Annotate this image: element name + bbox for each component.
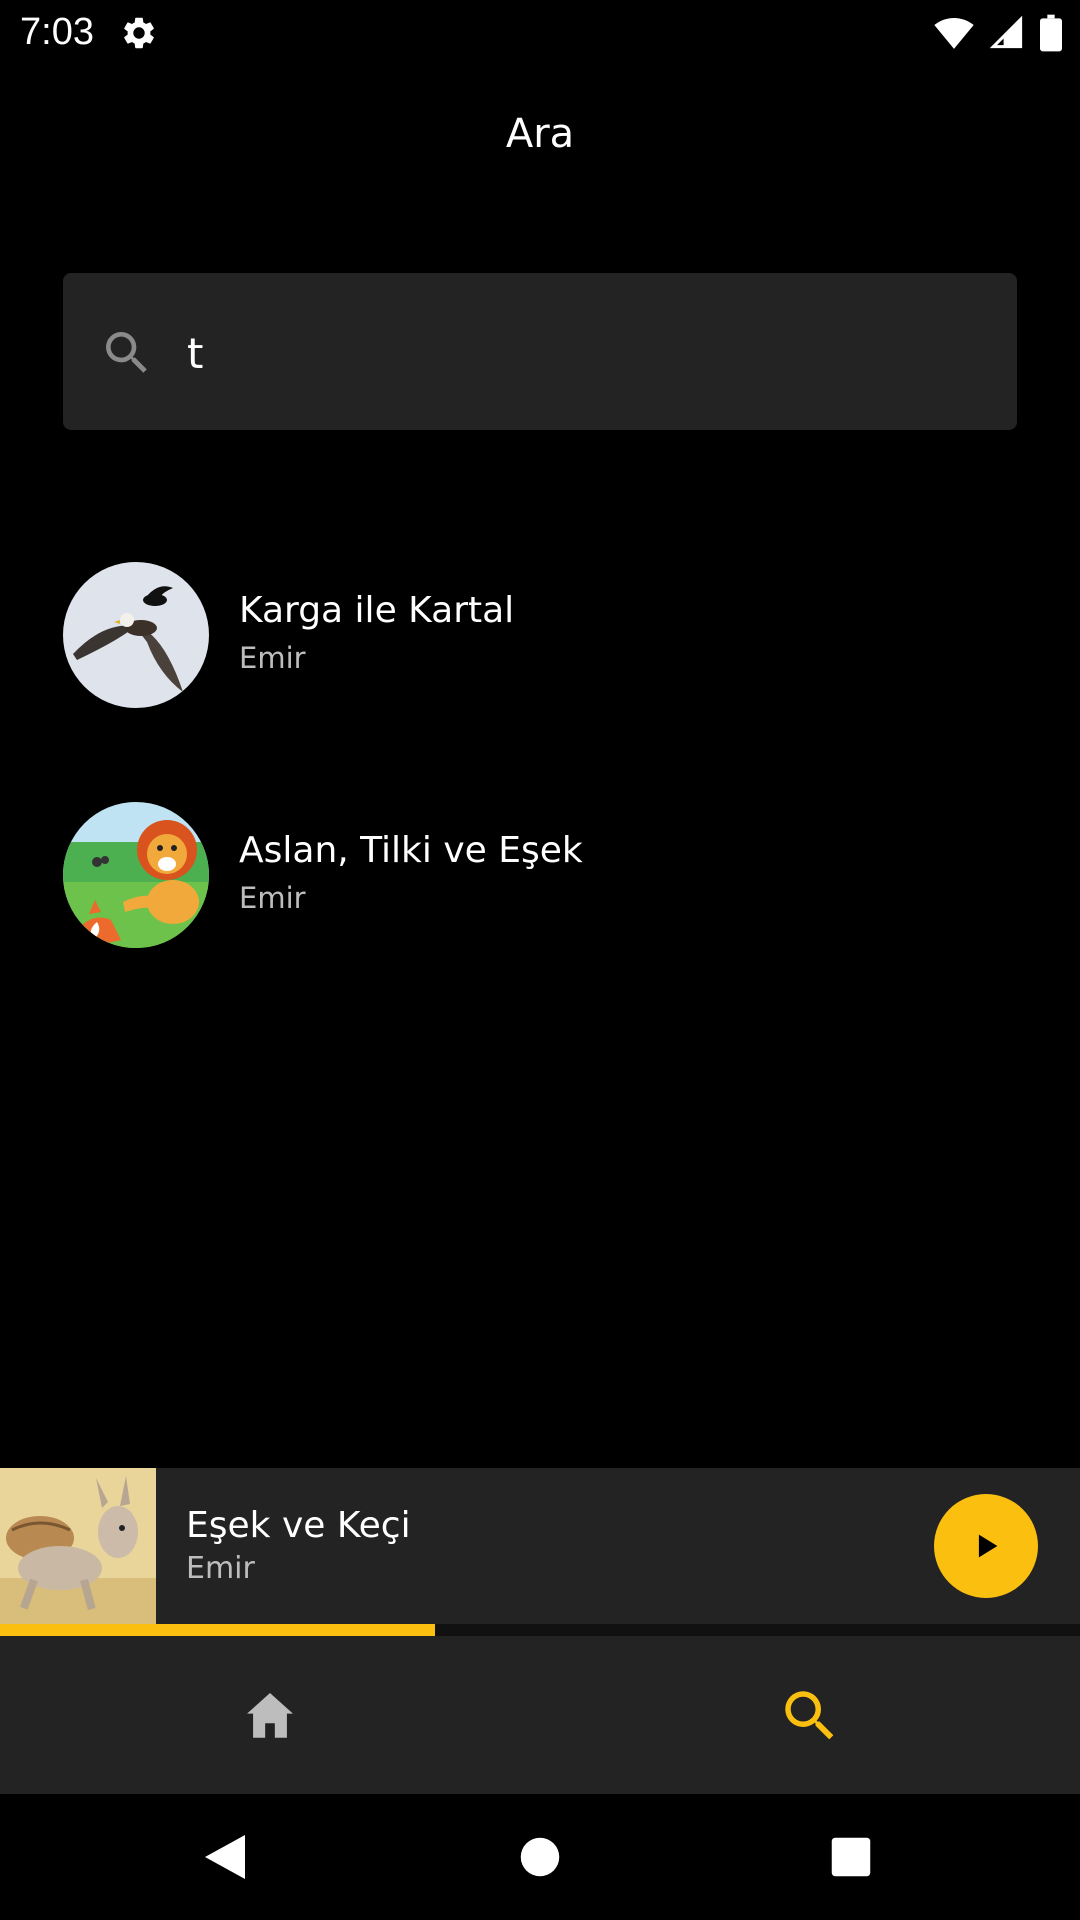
wifi-icon	[934, 18, 974, 49]
result-title: Aslan, Tilki ve Eşek	[239, 830, 583, 871]
search-icon	[106, 332, 147, 373]
home-button[interactable]	[507, 1824, 573, 1890]
donkey-thumbnail	[0, 1468, 156, 1624]
play-button[interactable]	[934, 1494, 1038, 1598]
page-title: Ara	[505, 111, 575, 157]
mini-player[interactable]: Eşek ve Keçi Emir	[0, 1468, 1080, 1624]
search-input[interactable]	[185, 313, 989, 393]
battery-icon	[1040, 14, 1062, 52]
search-bar[interactable]	[63, 273, 1017, 430]
nav-search-button[interactable]	[770, 1676, 850, 1756]
status-time: 7:03	[20, 11, 94, 53]
recents-button[interactable]	[818, 1824, 884, 1890]
result-title: Karga ile Kartal	[239, 590, 515, 631]
signal-icon	[990, 15, 1023, 49]
nav-home-button[interactable]	[230, 1676, 310, 1756]
bottom-navigation	[0, 1636, 1080, 1794]
lion-fox-thumbnail	[63, 802, 209, 948]
result-author: Emir	[239, 641, 306, 675]
playback-progress-bar[interactable]	[0, 1624, 1080, 1636]
playback-progress-fill	[0, 1624, 436, 1636]
crow-eagle-thumbnail	[63, 562, 209, 708]
system-navigation-bar	[0, 1794, 1080, 1920]
recents-icon	[831, 1837, 871, 1877]
back-icon	[205, 1835, 245, 1879]
back-button[interactable]	[192, 1824, 258, 1890]
list-item[interactable]: Aslan, Tilki ve Eşek Emir	[63, 802, 1017, 948]
status-bar: 7:03	[0, 0, 1080, 64]
result-author: Emir	[239, 881, 306, 915]
player-title: Eşek ve Keçi	[186, 1505, 411, 1546]
status-icons	[934, 14, 1062, 52]
home-icon	[247, 1693, 293, 1738]
list-item[interactable]: Karga ile Kartal Emir	[63, 562, 1017, 708]
player-author: Emir	[186, 1551, 255, 1586]
home-circle-icon	[520, 1837, 560, 1877]
play-icon	[978, 1534, 998, 1558]
search-icon	[785, 1691, 834, 1740]
settings-icon	[124, 17, 154, 49]
